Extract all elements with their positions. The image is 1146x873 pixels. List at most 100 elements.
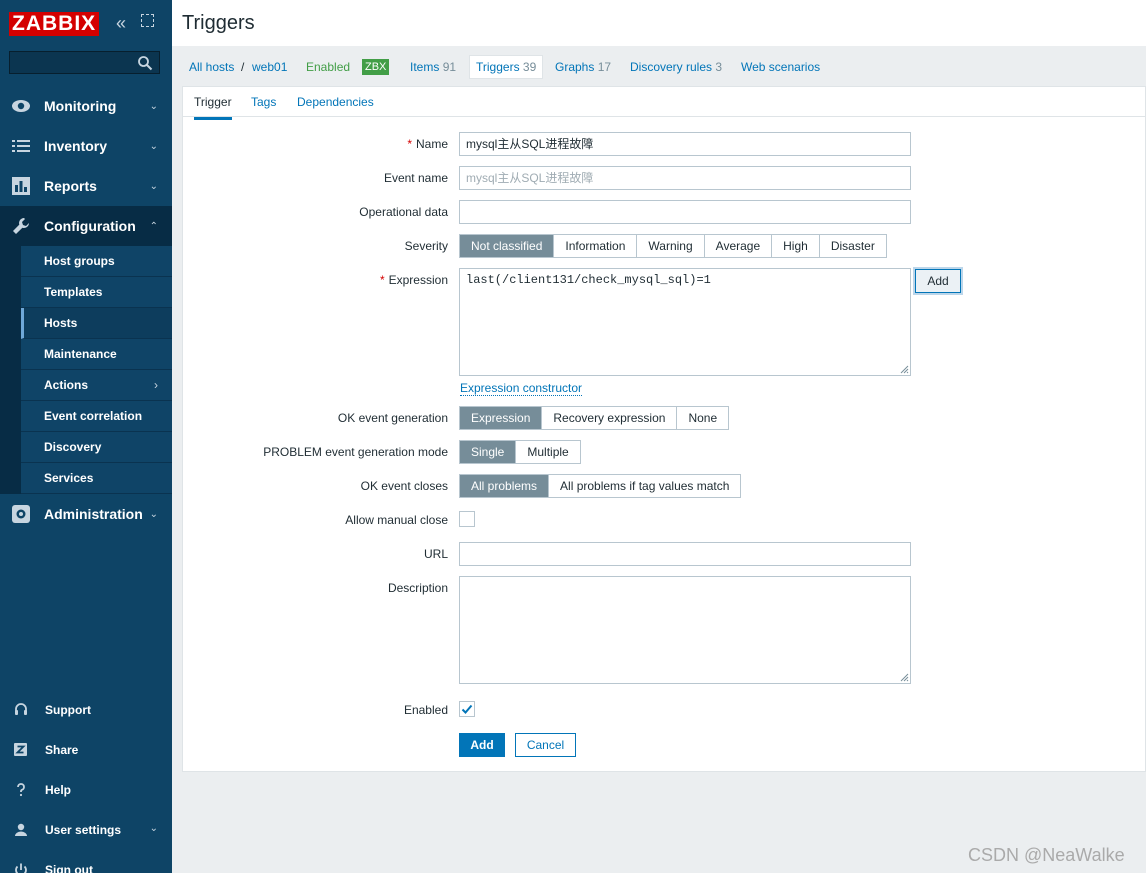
url-input[interactable] [459, 542, 911, 566]
menu-monitoring[interactable]: Monitoring ⌄ [0, 86, 172, 126]
menu-label: Configuration [44, 218, 136, 234]
eye-icon [12, 100, 30, 112]
required-mark: * [379, 273, 385, 287]
discovery-count: 3 [715, 60, 723, 74]
menu-label: Administration [44, 506, 143, 522]
main-menu: Monitoring ⌄ Inventory ⌄ Reports ⌄ Confi… [0, 86, 172, 534]
severity-average[interactable]: Average [704, 235, 773, 257]
chevron-down-icon: ⌄ [149, 180, 158, 192]
submenu-hosts[interactable]: Hosts [21, 308, 172, 339]
zabbix-logo[interactable]: ZABBIX [9, 12, 100, 36]
tab-dependencies[interactable]: Dependencies [297, 95, 374, 109]
menu-configuration[interactable]: Configuration ⌃ [0, 206, 172, 246]
submenu-label: Discovery [44, 440, 102, 454]
expression-value: last(/client131/check_mysql_sql)=1 [466, 273, 711, 287]
kiosk-mode-icon[interactable] [141, 14, 154, 27]
ok-closes-all-problems[interactable]: All problems [460, 475, 550, 497]
trigger-form: Trigger Tags Dependencies * Name mysql主从S… [182, 86, 1146, 772]
severity-disaster[interactable]: Disaster [819, 235, 886, 257]
submenu-event-correlation[interactable]: Event correlation [21, 401, 172, 432]
resize-handle-icon[interactable] [899, 672, 909, 682]
ok-gen-none[interactable]: None [677, 407, 729, 429]
expression-add-button[interactable]: Add [915, 269, 961, 293]
required-mark: * [407, 137, 412, 151]
chevron-right-icon: › [154, 378, 158, 392]
collapse-sidebar-icon[interactable]: « [116, 13, 126, 33]
discovery-rules-link[interactable]: Discovery rules 3 [630, 60, 722, 74]
wrench-icon [13, 218, 29, 234]
enabled-label: Enabled [403, 703, 448, 717]
ok-closes-tag-match[interactable]: All problems if tag values match [549, 475, 741, 497]
chevron-down-icon: ⌄ [149, 823, 158, 834]
discovery-label: Discovery rules [630, 60, 713, 74]
enabled-checkbox[interactable] [459, 701, 475, 717]
web-scenarios-link[interactable]: Web scenarios [741, 60, 820, 74]
expression-constructor-link[interactable]: Expression constructor [460, 381, 583, 396]
list-icon [12, 140, 30, 152]
submenu-label: Event correlation [44, 409, 143, 423]
menu-label: Inventory [44, 138, 108, 154]
cancel-button[interactable]: Cancel [515, 733, 576, 757]
host-link[interactable]: web01 [252, 60, 287, 74]
menu-label: Monitoring [44, 98, 117, 114]
expression-label: * Expression [380, 273, 448, 287]
submenu-host-groups[interactable]: Host groups [21, 246, 172, 277]
expression-textarea[interactable]: last(/client131/check_mysql_sql)=1 [459, 268, 911, 376]
submenu-actions[interactable]: Actions › [21, 370, 172, 401]
search-input[interactable] [9, 51, 160, 74]
menu-label: Support [45, 703, 91, 717]
items-count: 91 [442, 60, 457, 74]
severity-warning[interactable]: Warning [637, 235, 705, 257]
all-hosts-link[interactable]: All hosts [189, 60, 234, 74]
problem-mode-multiple[interactable]: Multiple [516, 441, 580, 463]
submenu-discovery[interactable]: Discovery [21, 432, 172, 463]
add-button[interactable]: Add [459, 733, 505, 757]
graphs-link[interactable]: Graphs 17 [555, 60, 611, 74]
bar-chart-icon [12, 177, 30, 195]
submenu-label: Maintenance [44, 347, 117, 361]
menu-reports[interactable]: Reports ⌄ [0, 166, 172, 206]
items-link[interactable]: Items 91 [410, 60, 456, 74]
problem-mode-single[interactable]: Single [460, 441, 517, 463]
menu-share[interactable]: Share [0, 730, 172, 770]
menu-label: Help [45, 783, 72, 797]
submenu-maintenance[interactable]: Maintenance [21, 339, 172, 370]
severity-high[interactable]: High [772, 235, 820, 257]
severity-information[interactable]: Information [554, 235, 638, 257]
submenu-label: Host groups [44, 254, 115, 268]
power-icon [15, 863, 27, 873]
tab-trigger[interactable]: Trigger [194, 95, 232, 120]
ok-gen-expression[interactable]: Expression [460, 407, 543, 429]
ok-gen-recovery-expression[interactable]: Recovery expression [542, 407, 678, 429]
menu-support[interactable]: Support [0, 690, 172, 730]
menu-label: User settings [45, 823, 122, 837]
host-status[interactable]: Enabled [306, 60, 350, 74]
description-textarea[interactable] [459, 576, 911, 684]
menu-help[interactable]: Help [0, 770, 172, 810]
manual-close-label: Allow manual close [345, 513, 448, 527]
graphs-count: 17 [597, 60, 612, 74]
triggers-count: 39 [522, 60, 537, 74]
resize-handle-icon[interactable] [899, 364, 909, 374]
menu-administration[interactable]: Administration ⌄ [0, 494, 172, 534]
ok-event-closes-label: OK event closes [360, 479, 448, 493]
ok-event-generation-label: OK event generation [337, 411, 448, 425]
submenu-templates[interactable]: Templates [21, 277, 172, 308]
menu-inventory[interactable]: Inventory ⌄ [0, 126, 172, 166]
triggers-link[interactable]: Triggers 39 [469, 55, 544, 79]
name-input[interactable]: mysql主从SQL进程故障 [459, 132, 911, 156]
submenu-services[interactable]: Services [21, 463, 172, 494]
tab-tags[interactable]: Tags [251, 95, 276, 109]
chevron-up-icon: ⌃ [149, 220, 158, 232]
menu-user-settings[interactable]: User settings ⌄ [0, 810, 172, 850]
severity-not-classified[interactable]: Not classified [460, 235, 555, 257]
zbx-availability-badge: ZBX [362, 59, 390, 75]
operational-data-input[interactable] [459, 200, 911, 224]
event-name-input[interactable]: mysql主从SQL进程故障 [459, 166, 911, 190]
form-tabs: Trigger Tags Dependencies [183, 87, 1146, 120]
menu-sign-out[interactable]: Sign out [0, 850, 172, 873]
name-label-text: Name [415, 137, 448, 151]
manual-close-checkbox[interactable] [459, 511, 475, 527]
search-icon[interactable] [137, 55, 153, 71]
user-icon [15, 823, 27, 836]
